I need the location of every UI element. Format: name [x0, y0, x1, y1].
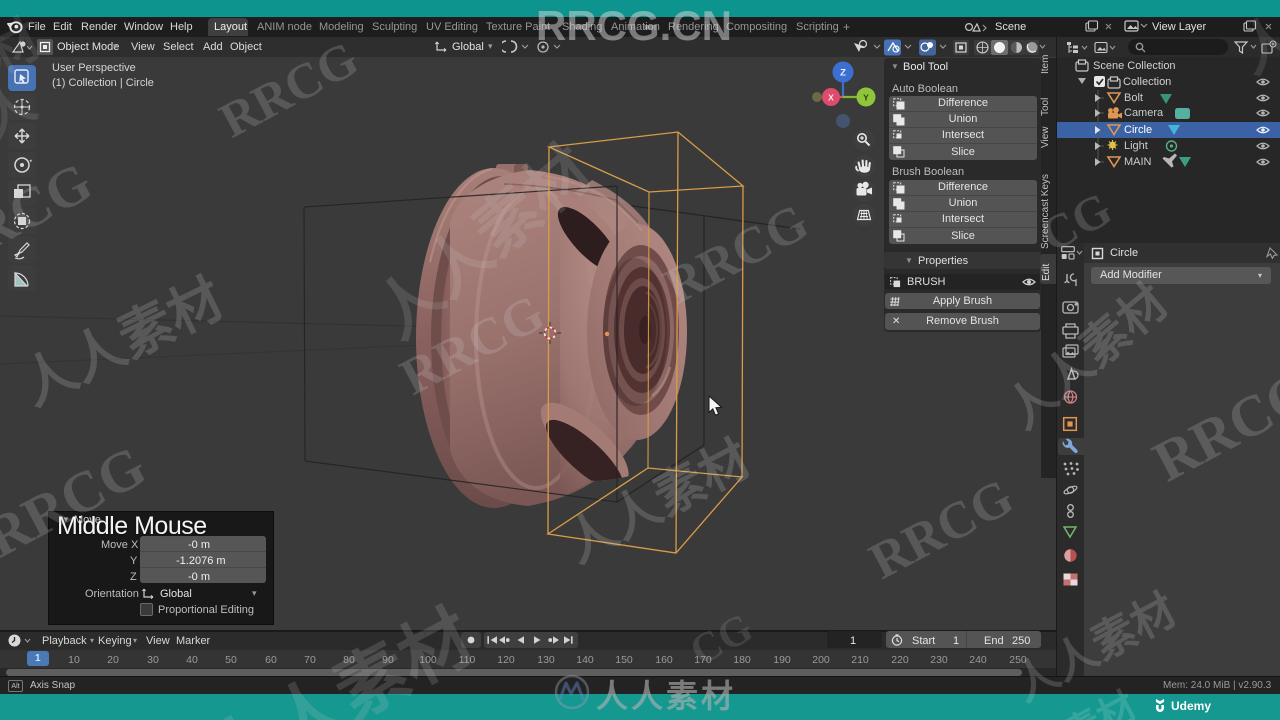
svg-text:X: X: [828, 93, 834, 103]
svg-text:Z: Z: [840, 68, 846, 79]
svg-text:Y: Y: [863, 93, 869, 103]
